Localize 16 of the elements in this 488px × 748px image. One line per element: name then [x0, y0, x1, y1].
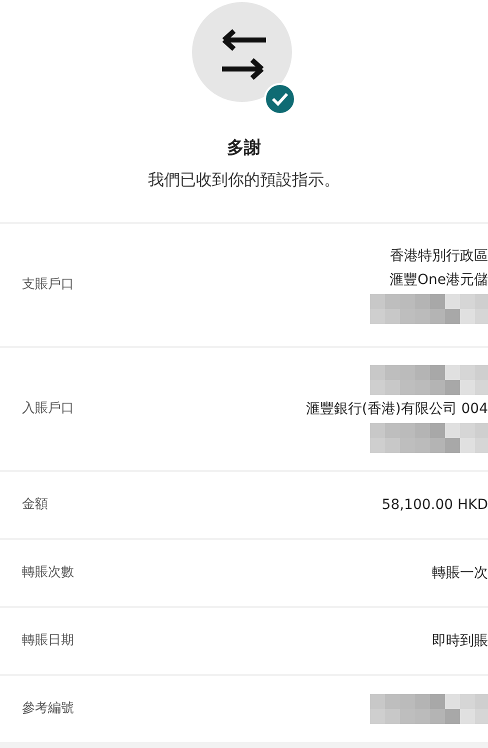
field-label: 金額 — [22, 496, 48, 514]
field-label: 參考編號 — [22, 700, 74, 718]
field-value: 即時到賬 — [432, 632, 488, 651]
field-label: 入賬戶口 — [22, 400, 74, 418]
field-value: 轉賬一次 — [432, 564, 488, 583]
field-value: 滙豐銀行(香港)有限公司 004 — [306, 400, 488, 419]
field-value: 香港特別行政區 — [390, 247, 488, 266]
thank-you-title: 多謝 — [227, 137, 261, 160]
confirmation-message: 我們已收到你的預設指示。 — [148, 168, 340, 190]
check-badge-icon — [264, 83, 296, 115]
field-value: 滙豐One港元儲 — [389, 271, 488, 290]
field-label: 轉賬次數 — [22, 564, 74, 582]
field-label: 支賬戶口 — [22, 276, 74, 294]
field-value: 58,100.00 HKD — [382, 496, 488, 515]
transfer-arrows-icon — [192, 2, 292, 102]
field-label: 轉賬日期 — [22, 632, 74, 650]
